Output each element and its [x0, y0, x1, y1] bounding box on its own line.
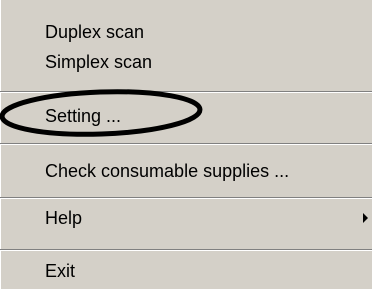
menu-item-label: Simplex scan — [45, 52, 153, 72]
menu-item-label: Exit — [45, 261, 76, 281]
menu-item-simplex-scan[interactable]: Simplex scan — [0, 46, 372, 78]
menu-separator — [0, 143, 372, 145]
menu-item-label: Duplex scan — [45, 22, 145, 42]
menu-item-label: Help — [45, 208, 83, 228]
menu-item-exit[interactable]: Exit — [0, 255, 372, 287]
chevron-right-icon — [363, 213, 368, 223]
menu-item-label: Setting ... — [45, 106, 122, 126]
menu-item-label: Check consumable supplies ... — [45, 161, 290, 181]
menu-item-help[interactable]: Help — [0, 202, 372, 234]
menu-item-check-consumable-supplies[interactable]: Check consumable supplies ... — [0, 155, 372, 187]
context-menu: Duplex scan Simplex scan Setting ... Che… — [0, 0, 372, 289]
menu-item-setting[interactable]: Setting ... — [0, 100, 372, 132]
menu-item-duplex-scan[interactable]: Duplex scan — [0, 16, 372, 48]
menu-separator — [0, 249, 372, 251]
menu-separator — [0, 91, 372, 93]
menu-separator — [0, 197, 372, 199]
